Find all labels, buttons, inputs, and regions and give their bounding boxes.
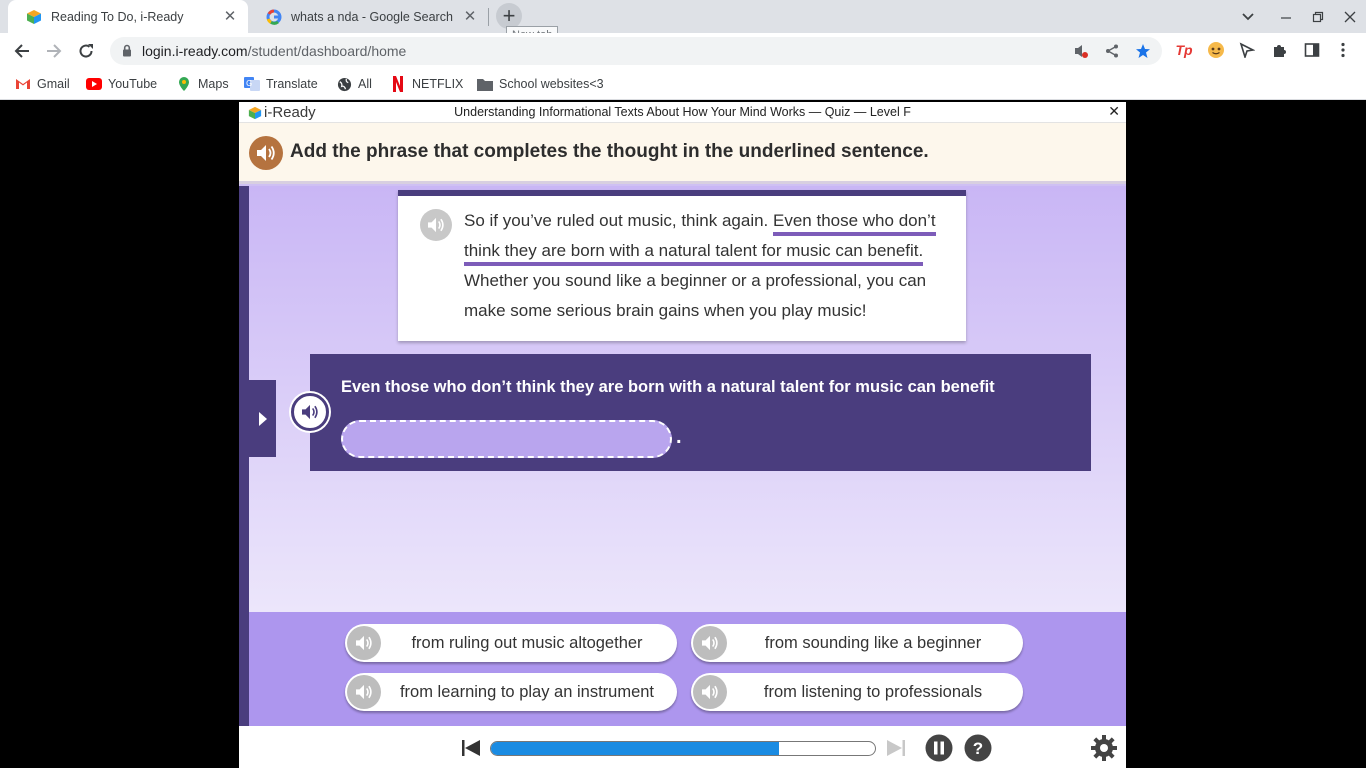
lock-icon[interactable] [122,44,132,62]
bookmark-gmail[interactable]: Gmail [15,75,70,93]
question-period: . [676,426,682,448]
cursor-extension-icon[interactable] [1236,39,1258,61]
passage-text: So if you’ve ruled out music, think agai… [464,211,936,320]
tab-iready[interactable]: Reading To Do, i-Ready ✕ [8,0,248,33]
reload-icon[interactable] [71,36,101,66]
side-panel-toggle[interactable] [249,380,276,457]
passage-card: So if you’ve ruled out music, think agai… [398,190,966,341]
choice-speaker-icon[interactable] [693,675,727,709]
answer-choice-2[interactable]: from sounding like a beginner [691,624,1023,662]
restore-icon[interactable] [1302,0,1334,33]
tab-title: whats a nda - Google Search [291,9,453,24]
choice-label: from ruling out music altogether [411,634,643,652]
google-favicon-icon [266,9,282,25]
progress-fill [491,742,779,755]
tab-close-icon[interactable]: ✕ [222,8,238,25]
quiz-title: Understanding Informational Texts About … [454,105,911,119]
skip-back-icon[interactable] [459,735,483,761]
bookmark-netflix[interactable]: NETFLIX [390,75,463,93]
side-panel-icon[interactable] [1301,39,1323,61]
iready-lesson: i-Ready Understanding Informational Text… [239,102,1126,768]
browser-toolbar: login.i-ready.com/student/dashboard/home… [0,33,1366,69]
instruction-speaker-icon[interactable] [249,136,283,170]
back-arrow-icon[interactable] [7,36,37,66]
tab-google-search[interactable]: whats a nda - Google Search ✕ [248,0,488,33]
help-icon: ? [964,734,992,762]
play-arrow-icon [258,411,267,426]
choice-label: from listening to professionals [763,683,983,701]
minimize-icon[interactable] [1270,0,1302,33]
instruction-text: Add the phrase that completes the though… [290,141,929,162]
lesson-controls: ? [239,726,1126,768]
globe-icon [336,76,352,92]
choice-label: from sounding like a beginner [764,634,982,652]
tab-title: Reading To Do, i-Ready [51,9,184,24]
tp-extension-icon[interactable]: Tp [1173,39,1195,61]
choice-label: from learning to play an instrument [399,683,655,701]
choice-speaker-icon[interactable] [347,626,381,660]
answer-drop-slot[interactable] [341,420,672,458]
pause-button[interactable] [925,734,953,762]
forward-arrow-icon[interactable] [39,36,69,66]
url-text: login.i-ready.com/student/dashboard/home [142,43,407,59]
skip-forward-icon[interactable] [884,735,908,761]
choice-speaker-icon[interactable] [347,675,381,709]
puzzle-extensions-icon[interactable] [1269,39,1291,61]
avatar-extension-icon[interactable] [1205,39,1227,61]
window-close-icon[interactable] [1334,0,1366,33]
instruction-banner: Add the phrase that completes the though… [239,123,1126,184]
bookmark-translate[interactable]: G Translate [244,75,318,93]
gmail-icon [15,76,31,92]
question-panel: Even those who don’t think they are born… [291,354,1091,471]
maps-icon [176,76,192,92]
blocked-popup-icon[interactable] [1072,42,1090,60]
tab-strip: Reading To Do, i-Ready ✕ whats a nda - G… [0,0,1366,44]
lesson-topbar: i-Ready Understanding Informational Text… [239,102,1126,123]
tab-separator [488,8,489,26]
bookmark-youtube[interactable]: YouTube [86,75,157,93]
address-bar[interactable]: login.i-ready.com/student/dashboard/home [110,37,1162,65]
lesson-close-icon[interactable]: ✕ [1108,103,1120,120]
pause-icon [925,734,953,762]
iready-favicon-icon [26,9,42,25]
answer-choice-4[interactable]: from listening to professionals [691,673,1023,711]
bookmark-all[interactable]: All [336,75,372,93]
question-text: Even those who don’t think they are born… [341,378,995,396]
bookmark-school-websites[interactable]: School websites<3 [477,75,604,93]
help-button[interactable]: ? [964,734,992,762]
svg-text:?: ? [973,739,983,758]
share-icon[interactable] [1103,42,1121,60]
bookmark-maps[interactable]: Maps [176,75,229,93]
answer-choice-3[interactable]: from learning to play an instrument [345,673,677,711]
translate-icon: G [244,76,260,92]
menu-kebab-icon[interactable] [1332,39,1354,61]
settings-gear-icon[interactable] [1090,735,1118,761]
netflix-icon [390,76,406,92]
svg-text:G: G [246,79,252,88]
left-accent-bar [239,186,249,768]
answer-choice-1[interactable]: from ruling out music altogether [345,624,677,662]
tab-close-icon[interactable]: ✕ [462,8,478,25]
bookmarks-bar: Gmail YouTube Maps G Translate All NETFL… [0,69,1366,100]
choice-speaker-icon[interactable] [693,626,727,660]
lesson-progress-bar [490,741,876,756]
bookmark-star-icon[interactable] [1134,42,1152,60]
tab-search-chevron-icon[interactable] [1232,0,1264,33]
folder-icon [477,76,493,92]
youtube-icon [86,76,102,92]
passage-speaker-icon[interactable] [420,209,452,241]
question-speaker-icon[interactable] [291,393,329,431]
